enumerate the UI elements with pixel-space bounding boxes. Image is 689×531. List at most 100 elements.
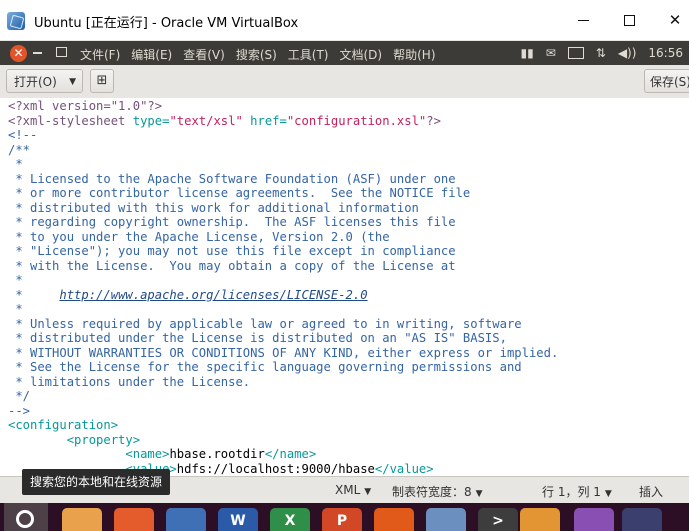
code-line: * to you under the Apache License, Versi… (8, 229, 390, 245)
software-center-launcher[interactable] (374, 508, 414, 531)
code-token: * (8, 157, 23, 171)
ubuntu-dash-button[interactable] (4, 503, 48, 531)
code-line: /** (8, 143, 30, 158)
search-launcher[interactable] (166, 508, 206, 531)
menu-help[interactable]: 帮助(H) (393, 46, 435, 63)
keyboard-icon[interactable]: ▮▮ (520, 46, 533, 60)
dash-tooltip: 搜索您的本地和在线资源 (22, 469, 171, 495)
code-token: "configuration.xsl" (286, 113, 427, 128)
cloud-launcher[interactable] (426, 508, 466, 531)
language-label: XML (335, 483, 361, 497)
code-token: <?xml version="1.0"?> (8, 99, 163, 113)
code-token: ?> (426, 113, 441, 128)
virtualbox-icon (7, 12, 25, 30)
input-method-icon[interactable] (567, 47, 584, 59)
code-line: <?xml version="1.0"?> (8, 99, 162, 114)
maximize-button[interactable] (606, 8, 652, 32)
firefox-launcher[interactable] (114, 508, 154, 531)
code-line: * "License"); you may not use this file … (8, 244, 456, 259)
code-line: * distributed under the License is distr… (8, 331, 507, 346)
license-link[interactable]: http://www.apache.org/licenses/LICENSE-2… (59, 288, 367, 302)
terminal-icon: > (492, 513, 504, 529)
close-button[interactable]: ✕ (652, 8, 689, 32)
writer-launcher[interactable]: W (218, 508, 258, 531)
code-token: <!-- (8, 128, 38, 142)
menu-tools[interactable]: 工具(T) (288, 46, 329, 63)
launcher-dock: W X P > (0, 503, 689, 531)
open-button[interactable]: 打开(O) ▼ (6, 69, 83, 93)
excel-icon: X (284, 513, 296, 529)
insert-mode-label: 插入 (639, 485, 664, 499)
volume-icon[interactable]: ◀)) (618, 46, 637, 60)
chevron-down-icon: ▼ (69, 77, 76, 87)
code-line: <?xml-stylesheet type="text/xsl" href="c… (8, 114, 441, 129)
chevron-down-icon: ▼ (364, 487, 372, 497)
menu-bar: 文件(F) 编辑(E) 查看(V) 搜索(S) 工具(T) 文档(D) 帮助(H… (80, 46, 436, 63)
code-token: </value> (374, 461, 434, 476)
code-token: "text/xsl" (169, 113, 243, 128)
cursor-position-label: 行 1，列 1 (542, 485, 601, 499)
window-titlebar: Ubuntu [正在运行] - Oracle VM VirtualBox ✕ (0, 0, 689, 41)
chevron-down-icon: ▼ (475, 489, 483, 499)
chat-icon[interactable]: ✉ (546, 46, 556, 60)
new-document-button[interactable]: ⊞ (90, 69, 114, 93)
code-token: * regarding copyright ownership. The ASF… (8, 215, 456, 229)
code-token: * (8, 287, 60, 302)
menu-view[interactable]: 查看(V) (183, 46, 225, 63)
app-minimize-button[interactable] (33, 52, 42, 54)
terminal-launcher[interactable]: > (478, 508, 518, 531)
code-token: </name> (264, 447, 317, 461)
system-monitor-launcher[interactable] (574, 508, 614, 531)
calc-launcher[interactable]: X (270, 508, 310, 531)
code-line: * Unless required by applicable law or a… (8, 316, 522, 332)
insert-mode: 插入 (639, 483, 663, 500)
app-close-button[interactable]: ✕ (10, 45, 27, 62)
code-token: hdfs://localhost:9000/hbase (176, 461, 375, 476)
code-token: <property> (8, 432, 141, 447)
menu-search[interactable]: 搜索(S) (236, 46, 277, 63)
code-line: * or more contributor license agreements… (8, 186, 470, 201)
indicator-area: ▮▮ ✉ ⇅ ◀)) 16:56 (520, 41, 689, 65)
cursor-position: 行 1，列 1 ▼ (542, 483, 612, 500)
minimize-icon (577, 19, 589, 21)
code-line: */ (8, 389, 30, 404)
code-line: * (8, 157, 23, 172)
code-token: <configuration> (8, 418, 119, 432)
code-token: * WITHOUT WARRANTIES OR CONDITIONS OF AN… (8, 345, 559, 360)
minimize-button[interactable] (560, 8, 606, 32)
code-line: * See the License for the specific langu… (8, 360, 522, 375)
text-editor-launcher[interactable] (622, 508, 662, 531)
new-document-icon: ⊞ (96, 73, 108, 88)
code-line: <!-- (8, 128, 37, 143)
code-token: hbase.rootdir (169, 447, 265, 461)
code-token: * Unless required by applicable law or a… (8, 316, 522, 331)
code-token: --> (8, 403, 31, 418)
code-token: * distributed with this work for additio… (8, 200, 419, 215)
menu-file[interactable]: 文件(F) (80, 46, 120, 63)
network-transfer-icon[interactable]: ⇅ (596, 46, 606, 60)
code-line: --> (8, 404, 30, 419)
text-editor-area[interactable]: <?xml version="1.0"?> <?xml-stylesheet ty… (0, 98, 689, 476)
impress-launcher[interactable]: P (322, 508, 362, 531)
code-token: * limitations under the License. (8, 374, 251, 389)
software-updater-launcher[interactable] (520, 508, 560, 531)
maximize-icon (623, 14, 635, 26)
files-launcher[interactable] (62, 508, 102, 531)
clock[interactable]: 16:56 (648, 46, 683, 60)
menu-edit[interactable]: 编辑(E) (131, 46, 172, 63)
tab-width-label: 制表符宽度：8 (392, 485, 472, 499)
code-line: * (8, 302, 22, 317)
open-button-label: 打开(O) (14, 75, 57, 89)
save-button[interactable]: 保存(S) (644, 69, 689, 93)
tab-width-selector[interactable]: 制表符宽度：8 ▼ (392, 483, 483, 500)
code-token: * See the License for the specific langu… (8, 360, 522, 374)
language-selector[interactable]: XML ▼ (335, 483, 371, 497)
code-token: * or more contributor license agreements… (8, 186, 471, 200)
code-line: * Licensed to the Apache Software Founda… (8, 171, 456, 187)
code-token: * "License"); you may not use this file … (8, 244, 456, 258)
code-token: * to you under the Apache License, Versi… (8, 229, 390, 244)
code-token: * Licensed to the Apache Software Founda… (8, 171, 456, 186)
menu-documents[interactable]: 文档(D) (340, 46, 383, 63)
window-title: Ubuntu [正在运行] - Oracle VM VirtualBox (34, 16, 299, 31)
app-maximize-button[interactable] (56, 47, 67, 57)
